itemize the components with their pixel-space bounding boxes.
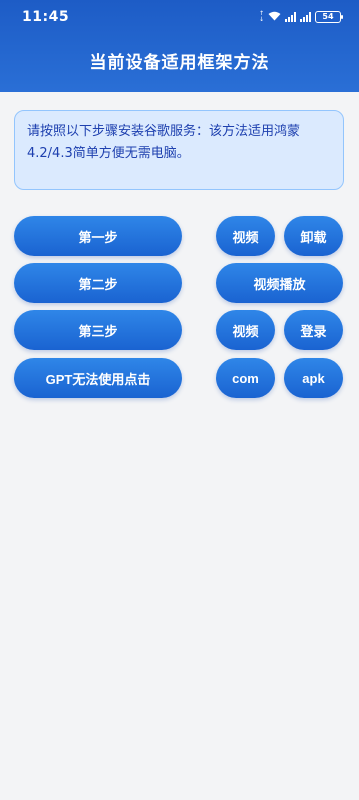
data-speed-icon: ↑ ↓ <box>258 10 264 23</box>
status-icons: ↑ ↓ 54 <box>258 10 343 23</box>
step2-button[interactable]: 第二步 <box>14 263 182 303</box>
apk-button[interactable]: apk <box>284 358 343 398</box>
login-button[interactable]: 登录 <box>284 310 343 350</box>
video-play-button[interactable]: 视频播放 <box>216 263 343 303</box>
battery-icon: 54 <box>315 11 343 23</box>
signal-icon-1 <box>285 12 296 22</box>
app-header: 11:45 ↑ ↓ 54 当前设备适用框架方法 <box>0 0 359 92</box>
com-button[interactable]: com <box>216 358 275 398</box>
video-button-1[interactable]: 视频 <box>216 216 275 256</box>
step1-button[interactable]: 第一步 <box>14 216 182 256</box>
instruction-notice: 请按照以下步骤安装谷歌服务：该方法适用鸿蒙4.2/4.3简单方便无需电脑。 <box>14 110 344 190</box>
signal-icon-2 <box>300 12 311 22</box>
wifi-icon <box>268 11 281 23</box>
step3-button[interactable]: 第三步 <box>14 310 182 350</box>
uninstall-button[interactable]: 卸载 <box>284 216 343 256</box>
status-bar: 11:45 ↑ ↓ 54 <box>0 0 359 34</box>
battery-level: 54 <box>322 12 334 21</box>
gpt-fix-button[interactable]: GPT无法使用点击 <box>14 358 182 398</box>
status-time: 11:45 <box>22 9 70 25</box>
page-title: 当前设备适用框架方法 <box>89 53 270 73</box>
video-button-3[interactable]: 视频 <box>216 310 275 350</box>
